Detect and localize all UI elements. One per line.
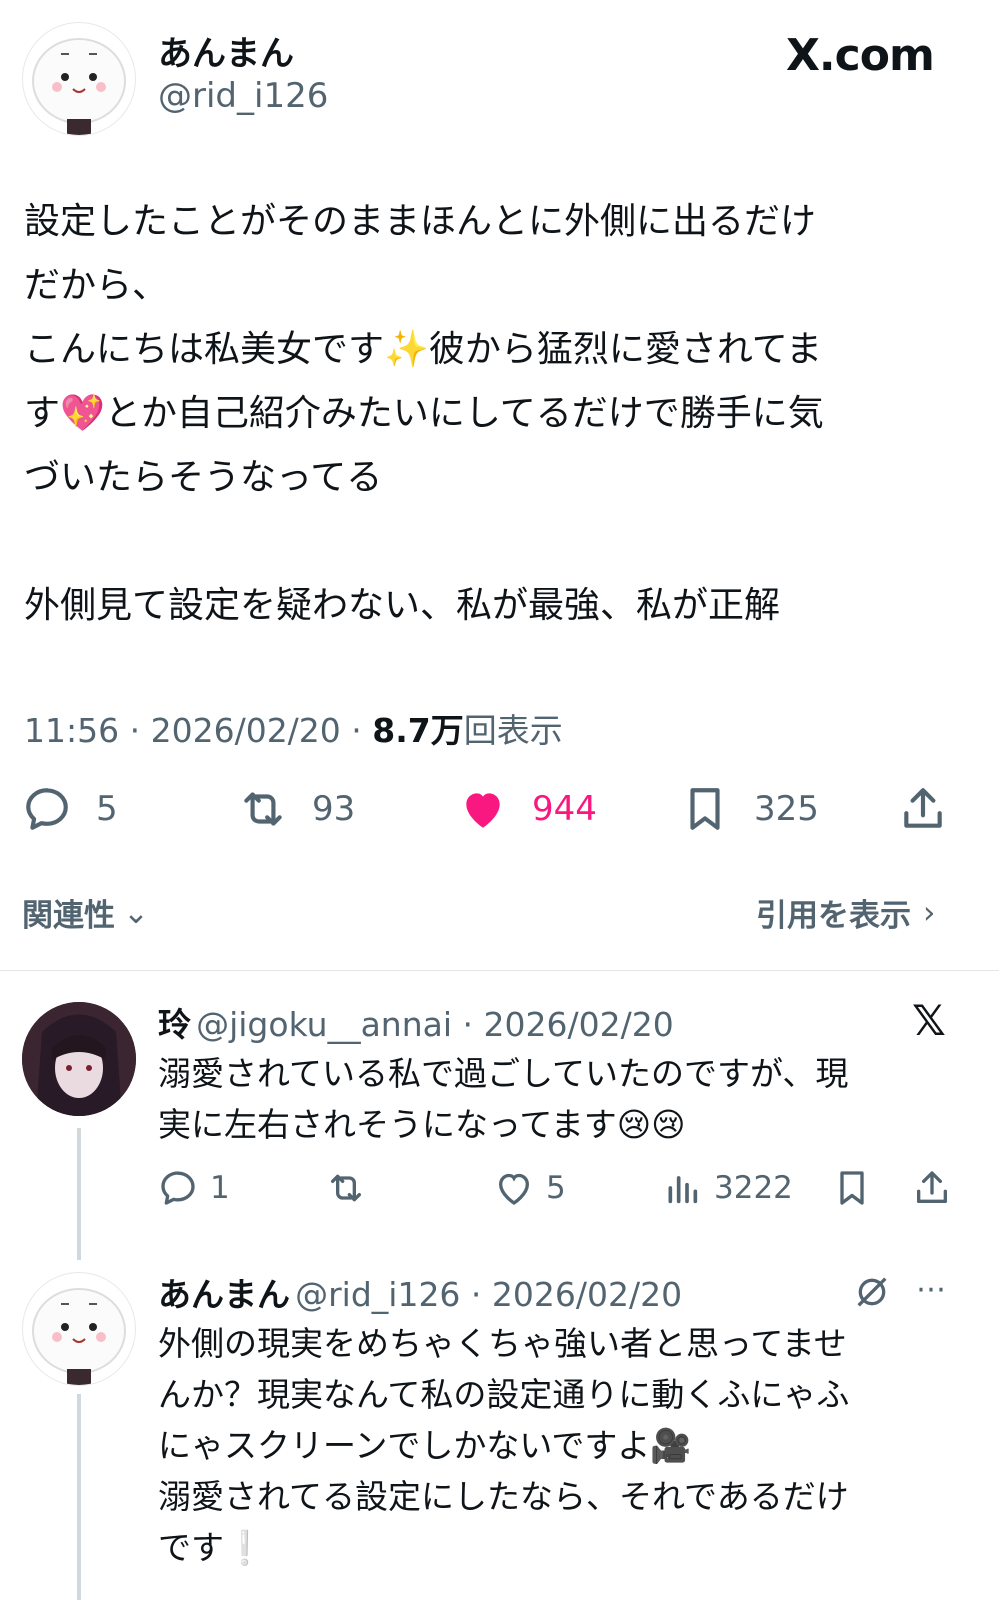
reply2-author-handle[interactable]: @rid_i126 (295, 1275, 460, 1314)
reply1-header: 玲 @jigoku__annai · 2026/02/20 (158, 1005, 674, 1044)
thread-line (77, 1394, 81, 1600)
reply1-author-handle[interactable]: @jigoku__annai (196, 1005, 452, 1044)
post-text: 設定したことがそのままほんとに外側に出るだけ だから、 こんにちは私美女です✨彼… (24, 201, 824, 626)
sort-dropdown[interactable]: 関連性 ⌄ (22, 890, 149, 935)
reply2-author-name[interactable]: あんまん (158, 1275, 290, 1314)
reply-icon (26, 788, 68, 830)
reply1-reply-button[interactable]: 1 (158, 1168, 230, 1208)
reply1-reply-count: 1 (210, 1170, 230, 1206)
reply-icon (161, 1171, 195, 1205)
author-avatar[interactable] (22, 22, 136, 136)
quotes-label: 引用を表示 (756, 898, 911, 934)
repost-count: 93 (312, 789, 356, 829)
reply1-avatar[interactable] (22, 1002, 136, 1116)
grok-icon[interactable] (852, 1272, 892, 1316)
heart-filled-icon (466, 793, 500, 828)
sort-label: 関連性 (22, 898, 115, 934)
reply1-like-button[interactable]: 5 (494, 1168, 566, 1208)
repost-button[interactable]: 93 (238, 784, 355, 834)
reply1-share-button[interactable] (912, 1168, 952, 1208)
post-time: 11:56 (24, 711, 120, 750)
share-button[interactable] (898, 784, 948, 834)
reply2-avatar[interactable] (22, 1272, 136, 1386)
reply2-date[interactable]: 2026/02/20 (492, 1275, 682, 1314)
reply1-date[interactable]: 2026/02/20 (484, 1005, 674, 1044)
like-count: 944 (532, 789, 597, 829)
chevron-right-icon: › (923, 894, 936, 931)
reply2-text: 外側の現実をめちゃくちゃ強い者と思ってませ んか？現実なんて私の設定通りに動くふ… (158, 1324, 850, 1567)
reply1-like-count: 5 (546, 1170, 566, 1206)
post-date: 2026/02/20 (150, 711, 341, 750)
view-quotes-link[interactable]: 引用を表示 › (756, 890, 935, 935)
reply1-author-name[interactable]: 玲 (158, 1005, 191, 1044)
reply1-views-button[interactable]: 3222 (662, 1168, 793, 1208)
bookmark-button[interactable]: 325 (680, 784, 819, 834)
author-name[interactable]: あんまん (158, 26, 294, 75)
reply1-text: 溺愛されている私で過ごしていたのですが、現 実に左右されそうになってます😢😢 (158, 1054, 849, 1144)
post-meta: 11:56 · 2026/02/20 · 8.7万回表示 (24, 711, 563, 750)
reply2-header: あんまん @rid_i126 · 2026/02/20 (158, 1275, 683, 1314)
repost-icon (244, 792, 282, 826)
view-count: 8.7万 (372, 711, 464, 750)
view-label: 回表示 (463, 711, 563, 750)
author-handle[interactable]: @rid_i126 (158, 76, 328, 116)
bookmark-icon (690, 788, 720, 830)
reply-count: 5 (96, 789, 118, 829)
like-button[interactable]: 944 (458, 784, 597, 834)
reply1-view-count: 3222 (714, 1170, 793, 1206)
section-divider (0, 970, 999, 971)
share-icon (917, 1171, 947, 1203)
more-options-icon[interactable]: ⋯ (916, 1272, 946, 1307)
x-logo-icon: 𝕏 (912, 996, 946, 1045)
site-logo: X.com (786, 30, 935, 81)
reply1-bookmark-button[interactable] (832, 1168, 872, 1208)
reply-button[interactable]: 5 (22, 784, 118, 834)
analytics-icon (668, 1176, 698, 1204)
thread-line (77, 1128, 81, 1260)
reply1-repost-button[interactable] (326, 1168, 366, 1208)
chevron-down-icon: ⌄ (123, 894, 149, 931)
bookmark-icon (840, 1171, 864, 1205)
heart-icon (498, 1173, 530, 1205)
repost-icon (331, 1174, 361, 1202)
bookmark-count: 325 (754, 789, 819, 829)
share-icon (904, 788, 942, 828)
